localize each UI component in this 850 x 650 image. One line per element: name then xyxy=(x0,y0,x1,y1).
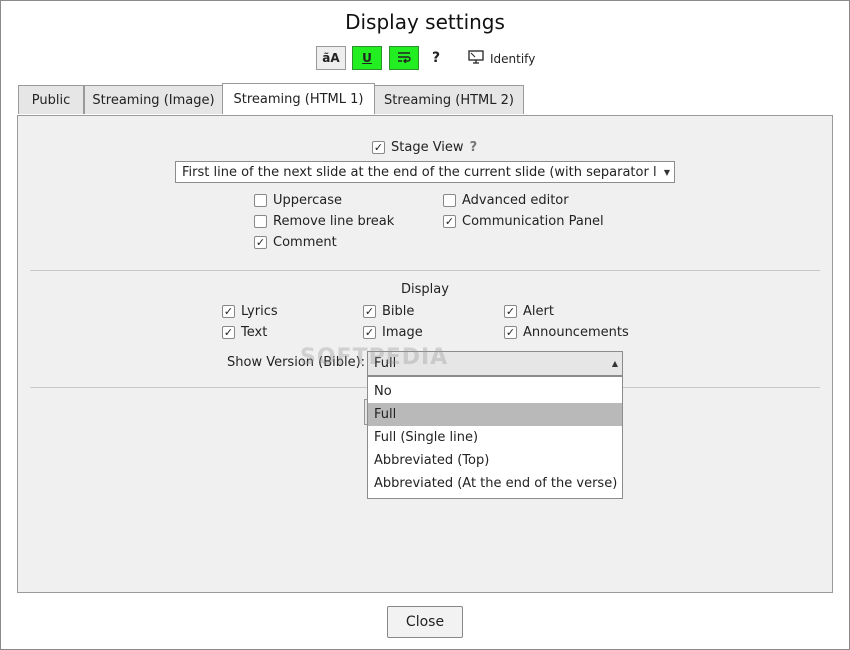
checkbox-box xyxy=(254,215,267,228)
communication-panel-checkbox[interactable]: ✓ Communication Panel xyxy=(443,214,604,229)
checkbox-box: ✓ xyxy=(222,305,235,318)
show-version-dropdown: No Full Full (Single line) Abbreviated (… xyxy=(367,376,623,499)
text-label: Text xyxy=(241,325,268,340)
alert-checkbox[interactable]: ✓ Alert xyxy=(504,304,554,319)
remove-line-break-checkbox[interactable]: Remove line break xyxy=(254,214,394,229)
checkbox-box xyxy=(254,194,267,207)
tab-streaming-html-2[interactable]: Streaming (HTML 2) xyxy=(374,85,524,114)
checkbox-box: ✓ xyxy=(504,305,517,318)
checkbox-box: ✓ xyxy=(363,326,376,339)
identify-label: Identify xyxy=(490,51,536,66)
dropdown-option-abbreviated-end[interactable]: Abbreviated (At the end of the verse) xyxy=(368,472,622,495)
checkbox-box: ✓ xyxy=(222,326,235,339)
font-case-button[interactable]: ãA xyxy=(316,46,346,70)
image-label: Image xyxy=(382,325,423,340)
close-button[interactable]: Close xyxy=(387,606,463,638)
comment-label: Comment xyxy=(273,235,337,250)
advanced-editor-label: Advanced editor xyxy=(462,193,569,208)
tab-label: Public xyxy=(31,92,71,108)
watermark: SOFTPEDIA xyxy=(300,345,449,370)
alert-label: Alert xyxy=(523,304,554,319)
announcements-checkbox[interactable]: ✓ Announcements xyxy=(504,325,629,340)
identify-button[interactable]: Identify xyxy=(468,50,535,67)
checkbox-box: ✓ xyxy=(363,305,376,318)
display-section-title: Display xyxy=(401,282,449,297)
image-checkbox[interactable]: ✓ Image xyxy=(363,325,423,340)
divider xyxy=(30,270,820,271)
chevron-down-icon: ▼ xyxy=(663,167,670,177)
stage-view-checkbox[interactable]: ✓ Stage View ? xyxy=(372,140,477,155)
checkbox-box: ✓ xyxy=(372,141,385,154)
stage-view-label: Stage View xyxy=(391,140,464,155)
window-title: Display settings xyxy=(345,10,505,34)
text-wrap-icon xyxy=(397,51,411,66)
text-checkbox[interactable]: ✓ Text xyxy=(222,325,267,340)
comment-checkbox[interactable]: ✓ Comment xyxy=(254,235,337,250)
tab-label: Streaming (HTML 2) xyxy=(384,92,514,108)
monitor-icon xyxy=(468,50,484,67)
tab-streaming-html-1[interactable]: Streaming (HTML 1) xyxy=(222,83,375,114)
dropdown-option-full-single-line[interactable]: Full (Single line) xyxy=(368,426,622,449)
font-case-icon: ãA xyxy=(322,51,340,65)
dropdown-option-full[interactable]: Full xyxy=(368,403,622,426)
toolbar: ãA U ? Identify xyxy=(0,46,850,72)
lyrics-label: Lyrics xyxy=(241,304,278,319)
tab-public[interactable]: Public xyxy=(18,85,84,114)
dropdown-option-no[interactable]: No xyxy=(368,380,622,403)
dropdown-option-abbreviated-top[interactable]: Abbreviated (Top) xyxy=(368,449,622,472)
remove-line-break-label: Remove line break xyxy=(273,214,395,229)
tab-label: Streaming (Image) xyxy=(92,92,215,108)
tab-streaming-image[interactable]: Streaming (Image) xyxy=(84,85,223,114)
uppercase-checkbox[interactable]: Uppercase xyxy=(254,193,342,208)
checkbox-box: ✓ xyxy=(504,326,517,339)
advanced-editor-checkbox[interactable]: Advanced editor xyxy=(443,193,569,208)
text-wrap-button[interactable] xyxy=(389,46,419,70)
stage-mode-select[interactable]: First line of the next slide at the end … xyxy=(175,161,675,183)
checkbox-box: ✓ xyxy=(254,236,267,249)
help-icon[interactable]: ? xyxy=(470,140,478,155)
bible-label: Bible xyxy=(382,304,415,319)
underline-icon: U xyxy=(362,51,372,65)
checkbox-box xyxy=(443,194,456,207)
stage-mode-value: First line of the next slide at the end … xyxy=(182,164,657,180)
uppercase-label: Uppercase xyxy=(273,193,342,208)
underline-button[interactable]: U xyxy=(352,46,382,70)
lyrics-checkbox[interactable]: ✓ Lyrics xyxy=(222,304,278,319)
chevron-up-icon: ▲ xyxy=(611,359,618,368)
bible-checkbox[interactable]: ✓ Bible xyxy=(363,304,414,319)
tab-label: Streaming (HTML 1) xyxy=(233,91,364,107)
checkbox-box: ✓ xyxy=(443,215,456,228)
communication-panel-label: Communication Panel xyxy=(462,214,604,229)
help-icon[interactable]: ? xyxy=(432,50,440,66)
announcements-label: Announcements xyxy=(523,325,629,340)
